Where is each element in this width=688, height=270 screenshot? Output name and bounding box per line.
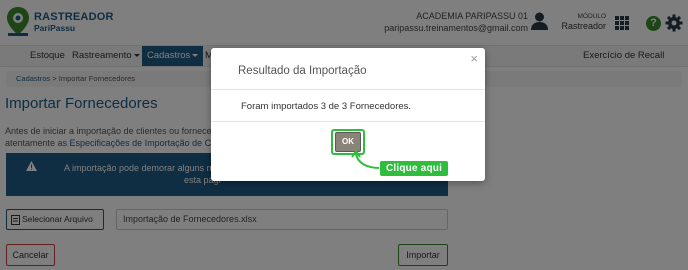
modal-header: Resultado da Importação ×: [211, 48, 485, 90]
modal-message: Foram importados 3 de 3 Fornecedores.: [241, 101, 412, 112]
close-icon[interactable]: ×: [470, 51, 478, 66]
click-here-callout: Clique aqui: [379, 160, 449, 177]
modal-divider: [211, 121, 485, 122]
modal-title: Resultado da Importação: [238, 65, 367, 77]
ok-button[interactable]: OK: [335, 132, 361, 152]
